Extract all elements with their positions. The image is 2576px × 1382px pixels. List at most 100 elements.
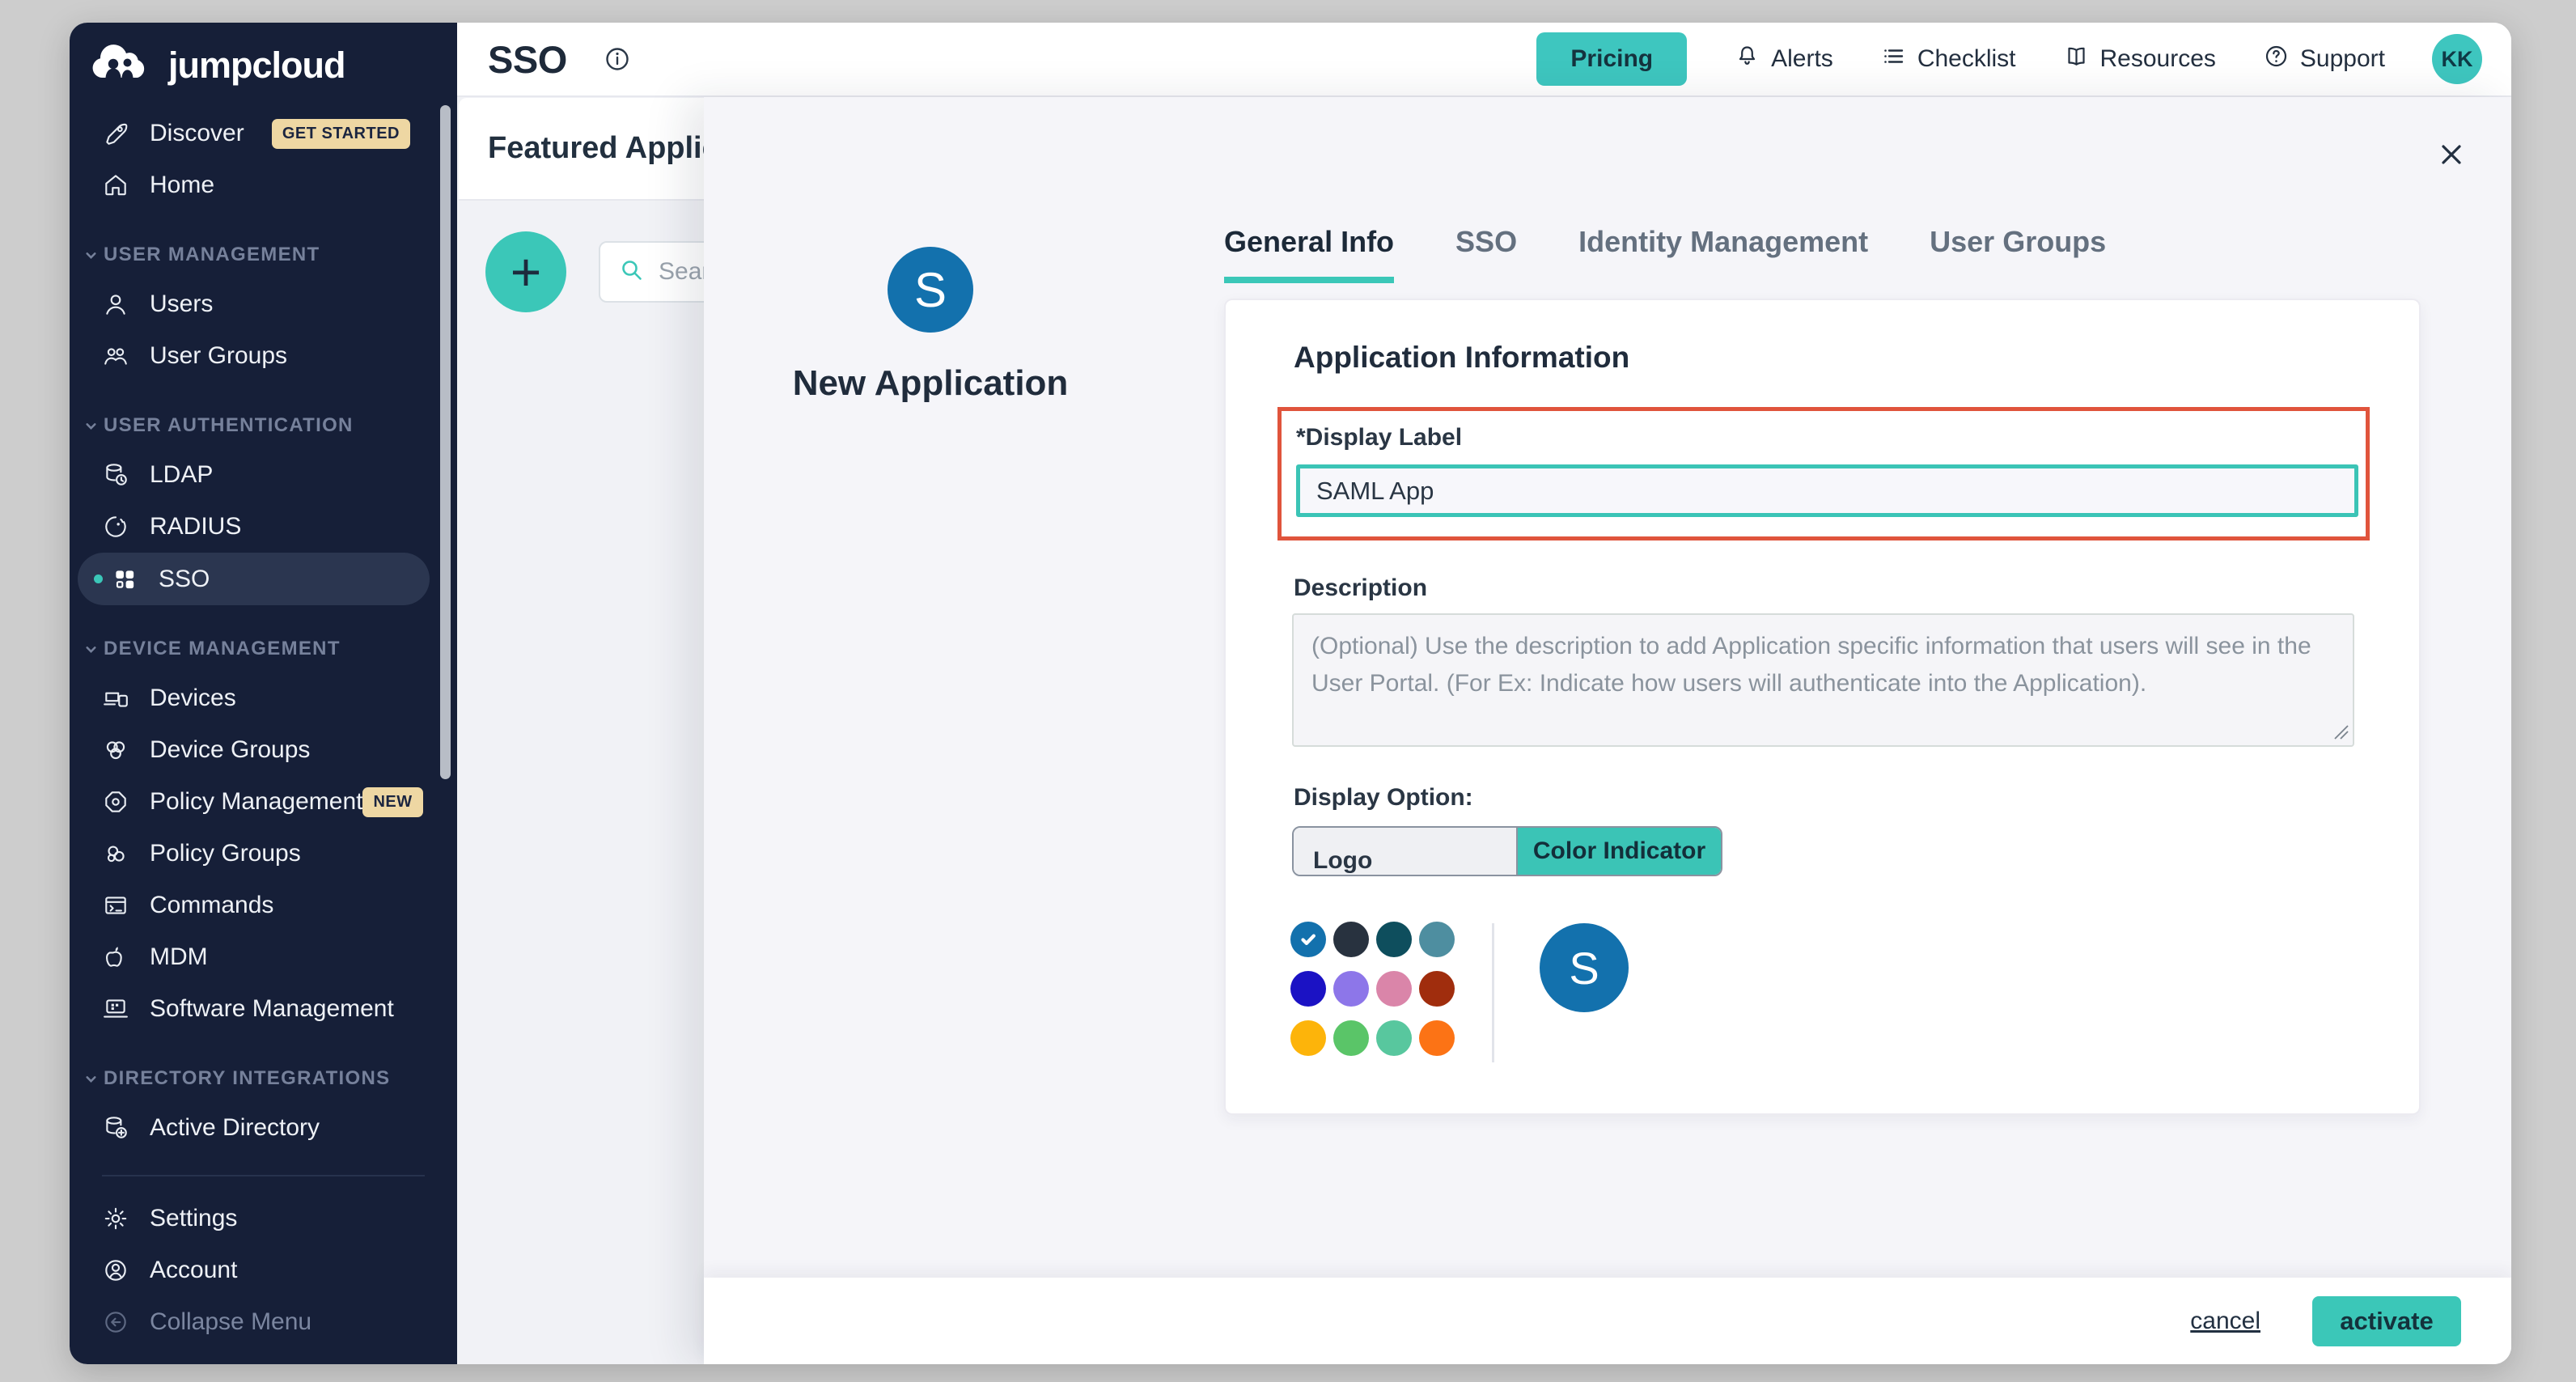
color-palette [1290, 922, 1455, 1056]
sidebar-scrollbar[interactable] [440, 105, 451, 779]
chevron-down-icon [84, 642, 98, 656]
color-swatch[interactable] [1290, 971, 1326, 1007]
display-option-toggle: Logo Color Indicator [1292, 826, 1722, 876]
sidebar-item-mdm[interactable]: MDM [70, 931, 457, 983]
sidebar-item-label: Home [150, 172, 214, 199]
sidebar-item-device-groups[interactable]: Device Groups [70, 724, 457, 776]
description-textarea[interactable] [1292, 613, 2354, 747]
section-user-authentication[interactable]: USER AUTHENTICATION [70, 414, 457, 437]
question-circle-icon [2263, 43, 2290, 76]
sidebar-item-home[interactable]: Home [70, 159, 457, 211]
card-heading: Application Information [1294, 341, 2419, 375]
checklist-button[interactable]: Checklist [1880, 43, 2016, 76]
chevron-down-icon [84, 1072, 98, 1086]
info-icon[interactable] [603, 45, 632, 74]
color-swatch[interactable] [1333, 1020, 1369, 1056]
display-label-highlight: *Display Label [1277, 407, 2370, 541]
color-swatch[interactable] [1419, 971, 1455, 1007]
modal-footer: cancel activate [704, 1278, 2511, 1364]
home-icon [102, 172, 129, 199]
tab-user-groups[interactable]: User Groups [1930, 225, 2106, 283]
sidebar-divider [102, 1175, 425, 1176]
application-name: New Application [752, 363, 1108, 404]
support-button[interactable]: Support [2263, 43, 2385, 76]
apple-icon [102, 943, 129, 971]
sidebar-item-discover[interactable]: Discover GET STARTED [70, 108, 457, 159]
user-icon [102, 290, 129, 318]
rocket-icon [102, 120, 129, 147]
user-avatar[interactable]: KK [2432, 34, 2482, 84]
radar-icon [102, 513, 129, 541]
alerts-button[interactable]: Alerts [1734, 43, 1833, 76]
database-windows-icon [102, 1114, 129, 1142]
section-device-management[interactable]: DEVICE MANAGEMENT [70, 638, 457, 660]
color-indicator-section: S [1290, 922, 2419, 1062]
grid-apps-icon [111, 566, 138, 593]
page-title: SSO [488, 37, 567, 82]
color-indicator-option-button[interactable]: Color Indicator [1518, 828, 1721, 875]
tab-sso[interactable]: SSO [1455, 225, 1517, 283]
section-directory-integrations[interactable]: DIRECTORY INTEGRATIONS [70, 1067, 457, 1090]
description-label: Description [1294, 574, 2419, 602]
sidebar-item-radius[interactable]: RADIUS [70, 501, 457, 553]
book-icon [2063, 43, 2090, 76]
chevron-down-icon [84, 419, 98, 433]
sidebar-item-active-directory[interactable]: Active Directory [70, 1102, 457, 1154]
resources-button[interactable]: Resources [2063, 43, 2216, 76]
header-actions: Pricing Alerts Checklist [1536, 32, 2482, 86]
jumpcloud-logo[interactable]: jumpcloud [70, 23, 457, 88]
add-application-button[interactable]: + [485, 231, 566, 312]
sidebar-item-label: Discover [150, 120, 244, 147]
sidebar-item-software-management[interactable]: Software Management [70, 983, 457, 1035]
cancel-link[interactable]: cancel [2190, 1308, 2260, 1335]
color-swatch[interactable] [1376, 1020, 1412, 1056]
app-window: jumpcloud Discover GET STARTED Home [70, 23, 2511, 1364]
close-icon [2435, 161, 2468, 173]
description-field-wrap [1292, 613, 2354, 747]
checklist-icon [1880, 43, 1907, 76]
content-area: Featured Applications + [457, 97, 2511, 1364]
color-swatch[interactable] [1290, 1020, 1326, 1056]
sidebar-item-devices[interactable]: Devices [70, 672, 457, 724]
sidebar-item-collapse-menu[interactable]: Collapse Menu [70, 1296, 457, 1348]
bell-icon [1734, 43, 1760, 76]
gear-icon [102, 1205, 129, 1232]
sidebar-item-sso[interactable]: SSO [78, 553, 430, 605]
color-swatch[interactable] [1290, 922, 1326, 957]
sidebar-item-users[interactable]: Users [70, 278, 457, 330]
sidebar-item-policy-groups[interactable]: Policy Groups [70, 828, 457, 880]
section-user-management[interactable]: USER MANAGEMENT [70, 244, 457, 266]
sidebar-item-ldap[interactable]: LDAP [70, 449, 457, 501]
check-icon [1298, 929, 1319, 950]
sidebar-item-account[interactable]: Account [70, 1244, 457, 1296]
new-badge: NEW [362, 787, 422, 817]
color-swatch[interactable] [1419, 922, 1455, 957]
tab-identity-management[interactable]: Identity Management [1578, 225, 1868, 283]
color-swatch[interactable] [1333, 971, 1369, 1007]
sidebar-item-commands[interactable]: Commands [70, 880, 457, 931]
search-icon [618, 256, 646, 288]
application-information-card: Application Information *Display Label D… [1224, 299, 2421, 1115]
color-swatch[interactable] [1376, 971, 1412, 1007]
sidebar-item-policy-management[interactable]: Policy Management NEW [70, 776, 457, 828]
top-header: SSO Pricing Alerts [457, 23, 2511, 97]
color-swatch[interactable] [1376, 922, 1412, 957]
devices-icon [102, 685, 129, 712]
chevron-down-icon [84, 248, 98, 262]
pricing-button[interactable]: Pricing [1536, 32, 1687, 86]
close-button[interactable] [2434, 138, 2469, 173]
application-identity: S New Application [752, 247, 1108, 404]
sidebar-item-settings[interactable]: Settings [70, 1193, 457, 1244]
sidebar-item-user-groups[interactable]: User Groups [70, 330, 457, 382]
terminal-icon [102, 892, 129, 919]
modal-tabs: General Info SSO Identity Management Use… [1224, 225, 2106, 283]
logo-option-button[interactable]: Logo [1294, 828, 1518, 875]
venn-groups-icon [102, 736, 129, 764]
color-swatch[interactable] [1419, 1020, 1455, 1056]
collapse-arrow-icon [102, 1308, 129, 1336]
display-label-input[interactable] [1296, 464, 2358, 517]
tab-general-info[interactable]: General Info [1224, 225, 1394, 283]
activate-button[interactable]: activate [2312, 1296, 2461, 1346]
account-circle-icon [102, 1257, 129, 1284]
color-swatch[interactable] [1333, 922, 1369, 957]
